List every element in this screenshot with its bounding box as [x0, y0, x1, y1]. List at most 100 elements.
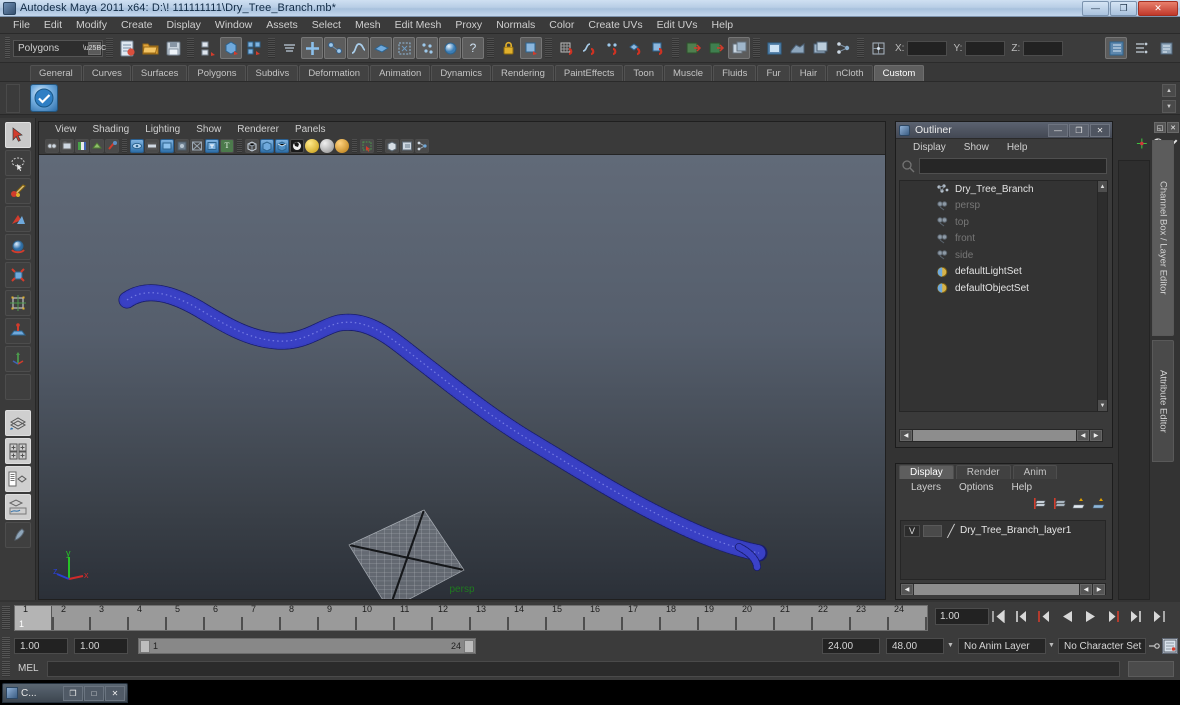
range-end-handle[interactable] — [464, 639, 474, 653]
taskbar-window-button[interactable]: C... ❐ □ ✕ — [2, 683, 128, 703]
snap-to-projected-center-icon[interactable] — [624, 37, 646, 59]
show-manipulator-tool[interactable] — [4, 346, 31, 372]
menu-edit[interactable]: Edit — [37, 17, 69, 33]
scroll-left-icon[interactable]: ◀ — [900, 430, 912, 441]
x-coordinate-field[interactable] — [907, 40, 948, 56]
exposure-icon[interactable] — [415, 138, 429, 153]
taskbar-restore-button[interactable]: ❐ — [63, 685, 83, 701]
playback-start-time-field[interactable]: 1.00 — [74, 638, 128, 654]
play-forwards-button[interactable] — [1082, 608, 1099, 625]
scroll-right-icon[interactable]: ▶ — [1090, 430, 1102, 441]
move-tool[interactable] — [4, 206, 31, 232]
toolbar-drag-handle[interactable] — [5, 37, 10, 59]
layer-visibility-toggle[interactable]: V — [904, 524, 920, 537]
chevron-down-icon[interactable]: ▼ — [1048, 642, 1055, 649]
taskbar-close-button[interactable]: ✕ — [105, 685, 125, 701]
menu-select[interactable]: Select — [305, 17, 348, 33]
scroll-right-icon[interactable]: ▶ — [1093, 583, 1105, 595]
scroll-down-icon[interactable]: ▼ — [1098, 400, 1107, 411]
move-snap-mode-icon[interactable] — [867, 37, 889, 59]
viewport-menu-show[interactable]: Show — [188, 123, 229, 136]
shelf-tab-dynamics[interactable]: Dynamics — [431, 65, 492, 81]
scroll-left-icon[interactable]: ◀ — [901, 583, 913, 595]
outliner-node-list[interactable]: Dry_Tree_Branch persp top front side def… — [899, 180, 1103, 412]
shelf-check-icon[interactable] — [30, 84, 58, 112]
move-layer-up-icon[interactable] — [1072, 497, 1086, 510]
minimize-button[interactable]: — — [1082, 0, 1109, 16]
close-button[interactable]: ✕ — [1138, 0, 1178, 16]
animation-start-time-field[interactable]: 1.00 — [14, 638, 68, 654]
curves-icon[interactable] — [347, 37, 369, 59]
shelf-tab-painteffects[interactable]: PaintEffects — [554, 65, 624, 81]
chevron-down-icon[interactable]: ▼ — [1162, 100, 1176, 113]
menu-window[interactable]: Window — [208, 17, 259, 33]
rotate-tool[interactable] — [4, 234, 31, 260]
render-settings-icon[interactable] — [809, 37, 831, 59]
dynamics-icon[interactable] — [416, 37, 438, 59]
animation-preferences-icon[interactable] — [1162, 638, 1178, 654]
time-slider-drag-handle[interactable] — [2, 606, 10, 630]
z-coordinate-field[interactable] — [1023, 40, 1064, 56]
lasso-tool[interactable] — [4, 150, 31, 176]
new-scene-icon[interactable] — [116, 37, 138, 59]
select-mask-icon[interactable] — [278, 37, 300, 59]
shelf-tab-animation[interactable]: Animation — [370, 65, 431, 81]
scroll-up-icon[interactable]: ▲ — [1098, 181, 1107, 192]
scroll-left-icon[interactable]: ◀ — [1077, 430, 1089, 441]
render-region-icon[interactable] — [400, 138, 414, 153]
menu-create[interactable]: Create — [114, 17, 160, 33]
layer-list-horizontal-scrollbar[interactable]: ◀ ◀ ▶ — [900, 583, 1106, 595]
safe-title-icon[interactable] — [205, 138, 219, 153]
snap-to-grid-icon[interactable] — [555, 37, 577, 59]
outliner-search-input[interactable] — [919, 158, 1107, 174]
universal-manipulator-tool[interactable] — [4, 290, 31, 316]
viewport-menu-view[interactable]: View — [47, 123, 85, 136]
outliner-menu-display[interactable]: Display — [904, 142, 955, 153]
outliner-menu-help[interactable]: Help — [998, 142, 1037, 153]
viewport-menu-renderer[interactable]: Renderer — [229, 123, 287, 136]
isolate-select-icon[interactable] — [360, 138, 374, 153]
menu-modify[interactable]: Modify — [69, 17, 114, 33]
layer-list[interactable]: V ╱ Dry_Tree_Branch_layer1 — [900, 520, 1106, 580]
current-frame-field[interactable]: 1.00 — [935, 608, 989, 625]
ipr-render-icon[interactable] — [786, 37, 808, 59]
step-forward-frame-button[interactable] — [1128, 608, 1145, 625]
shadows-icon[interactable] — [130, 138, 144, 153]
outliner-menu-show[interactable]: Show — [955, 142, 998, 153]
viewport-menu-panels[interactable]: Panels — [287, 123, 334, 136]
single-perspective-view-layout[interactable] — [4, 410, 31, 436]
shelf-tab-polygons[interactable]: Polygons — [188, 65, 246, 81]
outliner-minimize-button[interactable]: — — [1048, 123, 1068, 137]
scroll-thumb[interactable] — [913, 430, 1076, 441]
viewport-3d-canvas[interactable]: y x z persp — [39, 155, 885, 599]
go-to-start-button[interactable] — [990, 608, 1007, 625]
selection-mode-dropdown[interactable]: Polygons \u25BC — [13, 39, 106, 57]
close-panel-icon[interactable]: ✕ — [1167, 122, 1179, 133]
shelf-tab-muscle[interactable]: Muscle — [664, 65, 713, 81]
shelf-tab-rendering[interactable]: Rendering — [492, 65, 554, 81]
step-back-frame-button[interactable] — [1036, 608, 1053, 625]
joints-icon[interactable] — [324, 37, 346, 59]
menu-edit-uvs[interactable]: Edit UVs — [650, 17, 705, 33]
chevron-down-icon[interactable]: ▼ — [947, 642, 954, 649]
menu-mesh[interactable]: Mesh — [348, 17, 388, 33]
step-back-key-button[interactable] — [1013, 608, 1030, 625]
select-tool[interactable] — [4, 122, 31, 148]
ambient-occlusion-icon[interactable] — [320, 138, 334, 153]
smooth-shade-textured-icon[interactable] — [275, 138, 289, 153]
undock-icon[interactable]: ◱ — [1154, 122, 1166, 133]
scale-tool[interactable] — [4, 262, 31, 288]
outliner-item-top[interactable]: top — [900, 214, 1102, 231]
pivot-icon[interactable] — [1136, 137, 1148, 150]
new-empty-layer-icon[interactable] — [1032, 497, 1046, 510]
taskbar-maximize-button[interactable]: □ — [84, 685, 104, 701]
search-icon[interactable] — [901, 159, 915, 173]
tab-display-layers[interactable]: Display — [899, 465, 954, 479]
construction-history-toggle-icon[interactable] — [728, 37, 750, 59]
xray-icon[interactable] — [385, 138, 399, 153]
shelf-tab-surfaces[interactable]: Surfaces — [131, 65, 188, 81]
range-slider-track[interactable]: 1 24 — [138, 638, 476, 654]
shelf-scroll-arrows[interactable]: ▲ ▼ — [1162, 84, 1176, 113]
lock-icon[interactable] — [497, 37, 519, 59]
tab-render-layers[interactable]: Render — [955, 465, 1011, 479]
